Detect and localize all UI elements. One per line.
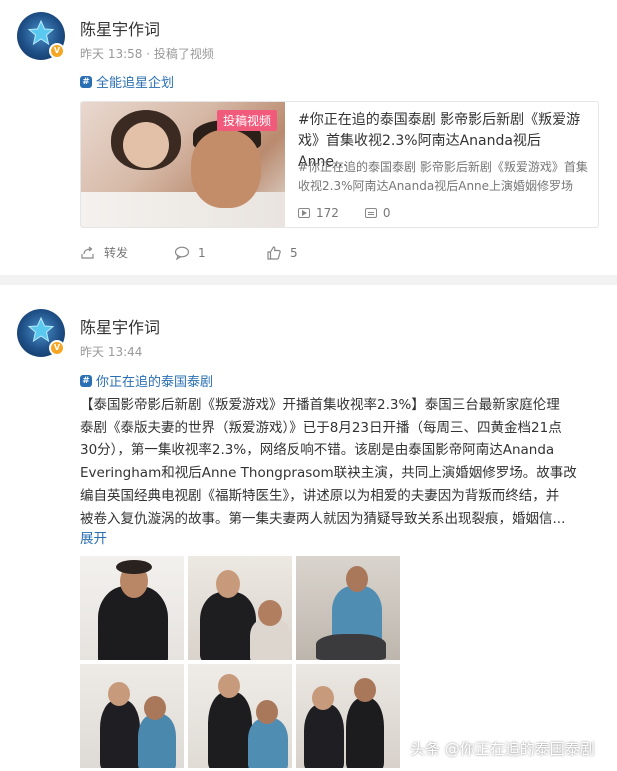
photo-thumbnail[interactable]: [80, 556, 184, 660]
verified-badge-icon: V: [49, 43, 65, 59]
star-icon: [27, 19, 55, 46]
comment-button[interactable]: 1: [174, 244, 266, 261]
post-text: 【泰国影帝影后新剧《叛爱游戏》开播首集收视率2.3%】泰国三台最新家庭伦理 泰剧…: [80, 397, 577, 527]
repost-icon: [81, 246, 94, 259]
post-card-1: V 陈星宇作词 昨天 13:58 · 投稿了视频 # 全能追星企划 投稿视频 #…: [0, 0, 617, 275]
play-icon: [298, 208, 310, 218]
post-separator: [0, 275, 617, 285]
photo-thumbnail[interactable]: [80, 664, 184, 768]
post-card-2: V 陈星宇作词 昨天 13:44 # 你正在追的泰国泰剧 【泰国影帝影后新剧《叛…: [0, 285, 617, 771]
photo-thumbnail[interactable]: [188, 664, 292, 768]
post-action: · 投稿了视频: [146, 47, 214, 61]
video-tag-badge: 投稿视频: [217, 110, 278, 131]
like-button[interactable]: 5: [266, 244, 298, 261]
repost-button[interactable]: 转发: [80, 244, 174, 261]
post-time[interactable]: 昨天 13:58: [80, 47, 142, 61]
verified-badge-icon: V: [49, 340, 65, 356]
topic-label: 你正在追的泰国泰剧: [96, 375, 214, 390]
topic-link[interactable]: # 你正在追的泰国泰剧: [80, 371, 213, 390]
topic-icon: #: [80, 75, 92, 88]
post-time[interactable]: 昨天 13:44: [80, 343, 142, 360]
video-stats: 172 0: [298, 206, 391, 220]
comment-count: 0: [364, 206, 391, 220]
video-card[interactable]: 投稿视频 #你正在追的泰国泰剧 影帝影后新剧《叛爱游 戏》首集收视2.3%阿南达…: [80, 101, 599, 228]
username[interactable]: 陈星宇作词: [80, 314, 160, 338]
expand-link[interactable]: 展开: [80, 527, 107, 547]
comment-icon: [364, 208, 377, 218]
video-description: #你正在追的泰国泰剧 影帝影后新剧《叛爱游戏》首集 收视2.3%阿南达Anand…: [298, 160, 588, 193]
action-bar: 转发 1 5: [80, 244, 298, 261]
username[interactable]: 陈星宇作词: [80, 16, 160, 40]
topic-link[interactable]: # 全能追星企划: [80, 72, 174, 91]
thumbs-up-icon: [267, 245, 281, 260]
photo-thumbnail[interactable]: [188, 556, 292, 660]
photo-thumbnail[interactable]: [296, 664, 400, 768]
photo-thumbnail[interactable]: [296, 556, 400, 660]
comment-bubble-icon: [174, 246, 190, 260]
topic-icon: #: [80, 374, 92, 387]
post-meta: 昨天 13:58 · 投稿了视频: [80, 45, 214, 62]
star-icon: [27, 316, 55, 343]
watermark: 头条 @你正在追的泰国泰剧: [410, 740, 595, 758]
play-count: 172: [298, 206, 339, 220]
topic-label: 全能追星企划: [96, 76, 175, 91]
video-thumbnail[interactable]: 投稿视频: [81, 102, 285, 227]
